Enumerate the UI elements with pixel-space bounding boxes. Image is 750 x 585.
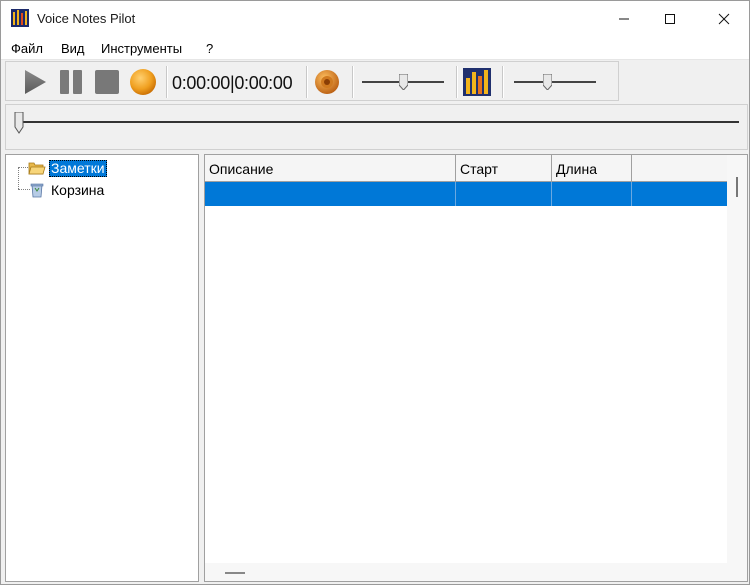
folder-open-icon — [28, 160, 46, 176]
vertical-scrollbar[interactable] — [727, 155, 747, 563]
menu-tools[interactable]: Инструменты — [101, 41, 182, 56]
record-button[interactable] — [128, 67, 158, 97]
toolbar-separator — [456, 66, 457, 98]
app-logo-icon — [11, 9, 29, 27]
speed-slider-track — [514, 81, 596, 83]
notes-list: Описание Старт Длина — [204, 154, 748, 582]
speaker-button[interactable] — [312, 67, 342, 97]
minimize-button[interactable] — [601, 1, 647, 37]
stop-icon — [95, 70, 119, 94]
maximize-icon — [665, 14, 675, 24]
tree-item-trash[interactable]: Корзина — [28, 181, 106, 199]
equalizer-button[interactable] — [462, 67, 492, 97]
column-header-length[interactable]: Длина — [552, 155, 632, 181]
column-header-description[interactable]: Описание — [205, 155, 456, 181]
toolbar-separator — [166, 66, 167, 98]
play-button[interactable] — [20, 67, 50, 97]
menu-bar: Файл Вид Инструменты ? — [1, 37, 749, 60]
minimize-icon — [619, 18, 629, 20]
folder-tree: Заметки Корзина — [5, 154, 199, 582]
toolbar: 0:00:00|0:00:00 — [5, 61, 619, 101]
vertical-scrollbar-thumb[interactable] — [736, 177, 738, 197]
pause-button[interactable] — [56, 67, 86, 97]
toolbar-separator — [352, 66, 353, 98]
title-bar: Voice Notes Pilot — [1, 1, 749, 37]
position-slider-thumb[interactable] — [14, 111, 24, 134]
menu-help[interactable]: ? — [206, 41, 213, 56]
speaker-icon — [315, 70, 339, 94]
tree-item-label: Корзина — [51, 181, 105, 198]
maximize-button[interactable] — [647, 1, 693, 37]
column-header-start[interactable]: Старт — [456, 155, 552, 181]
toolbar-separator — [502, 66, 503, 98]
volume-slider-thumb[interactable] — [398, 73, 408, 91]
equalizer-icon — [463, 68, 491, 96]
list-row[interactable] — [205, 182, 727, 206]
time-display: 0:00:00|0:00:00 — [172, 73, 293, 93]
pause-icon — [60, 70, 82, 94]
record-icon — [130, 69, 156, 95]
speed-slider[interactable] — [514, 72, 596, 92]
horizontal-scrollbar-thumb[interactable] — [225, 572, 245, 574]
horizontal-scrollbar[interactable] — [205, 563, 747, 581]
close-icon — [718, 13, 730, 25]
speed-slider-thumb[interactable] — [542, 73, 553, 91]
menu-view[interactable]: Вид — [61, 41, 85, 56]
app-window: Voice Notes Pilot Файл Вид Инструменты ? — [0, 0, 750, 585]
recycle-bin-icon — [28, 182, 46, 198]
tree-item-notes[interactable]: Заметки — [28, 159, 107, 177]
play-icon — [25, 70, 46, 94]
list-header: Описание Старт Длина — [205, 155, 727, 182]
close-button[interactable] — [701, 1, 747, 37]
cell-description — [205, 182, 456, 206]
cell-length — [552, 182, 632, 206]
tree-item-label: Заметки — [49, 159, 107, 177]
toolbar-separator — [306, 66, 307, 98]
cell-start — [456, 182, 552, 206]
tree-connector — [18, 167, 19, 189]
position-bar — [5, 104, 748, 150]
window-title: Voice Notes Pilot — [37, 11, 136, 26]
position-slider-track — [18, 121, 739, 123]
menu-file[interactable]: Файл — [11, 41, 43, 56]
stop-button[interactable] — [92, 67, 122, 97]
volume-slider[interactable] — [362, 72, 444, 92]
